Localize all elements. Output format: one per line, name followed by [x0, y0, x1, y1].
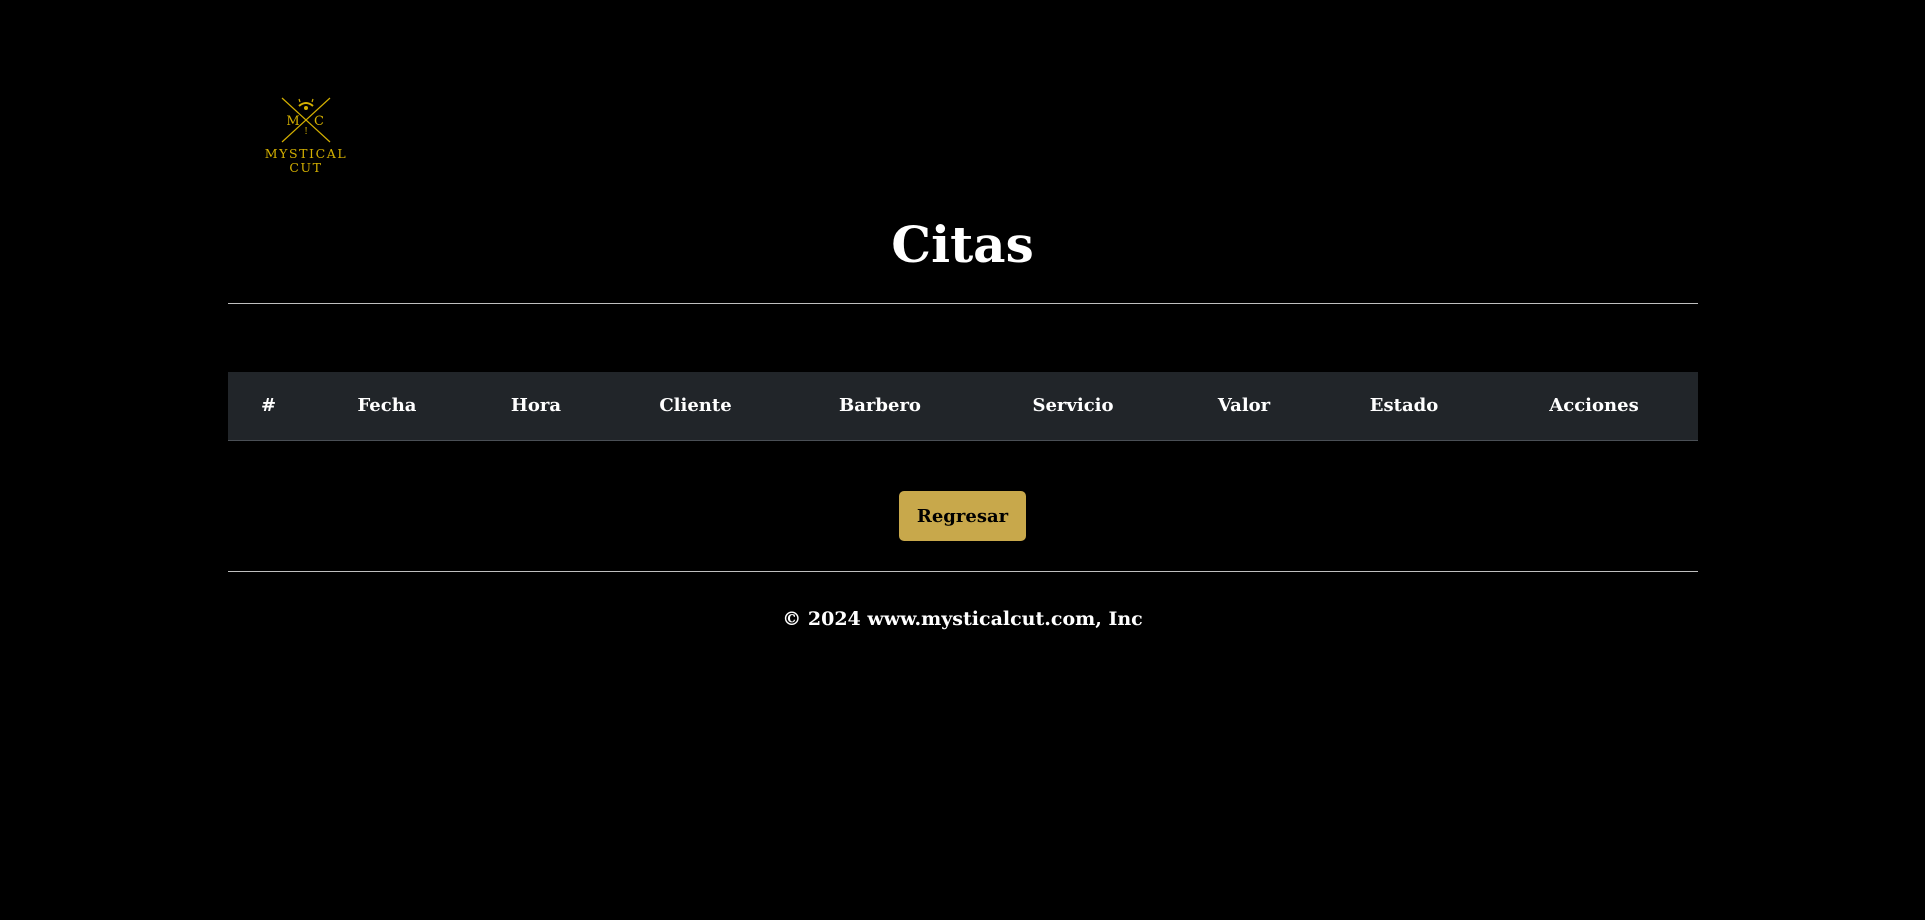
logo-monogram-right: C: [314, 114, 324, 129]
svg-text:!: !: [304, 127, 308, 137]
page: M C ! MYSTICAL CUT Citas # Fecha Hora Cl: [0, 0, 1925, 920]
column-header-number[interactable]: #: [228, 372, 309, 441]
column-header-date[interactable]: Fecha: [309, 372, 465, 441]
footer-divider: [228, 571, 1698, 572]
footer-copyright: © 2024 www.mysticalcut.com, Inc: [782, 608, 1143, 630]
column-header-client[interactable]: Cliente: [607, 372, 784, 441]
table-header: # Fecha Hora Cliente Barbero Servicio Va…: [228, 372, 1698, 441]
table-header-row: # Fecha Hora Cliente Barbero Servicio Va…: [228, 372, 1698, 441]
brand-logo[interactable]: M C ! MYSTICAL CUT: [256, 96, 356, 180]
column-header-value[interactable]: Valor: [1170, 372, 1318, 441]
column-header-time[interactable]: Hora: [465, 372, 607, 441]
logo-brand-line2: CUT: [289, 160, 322, 175]
logo-monogram-left: M: [286, 114, 299, 129]
logo-brand-line1: MYSTICAL: [265, 146, 348, 161]
column-header-status[interactable]: Estado: [1318, 372, 1490, 441]
column-header-actions[interactable]: Acciones: [1490, 372, 1698, 441]
column-header-barber[interactable]: Barbero: [784, 372, 976, 441]
column-header-service[interactable]: Servicio: [976, 372, 1170, 441]
mystical-cut-logo-icon: M C ! MYSTICAL CUT: [265, 97, 348, 175]
title-divider: [228, 303, 1698, 304]
page-title: Citas: [891, 215, 1034, 274]
back-button[interactable]: Regresar: [899, 491, 1026, 541]
appointments-table: # Fecha Hora Cliente Barbero Servicio Va…: [228, 372, 1698, 441]
